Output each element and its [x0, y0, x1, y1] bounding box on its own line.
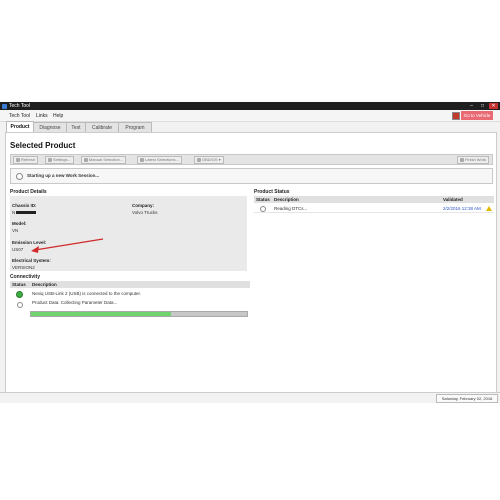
column-description: Description	[274, 197, 299, 202]
connectivity-title: Connectivity	[10, 274, 41, 280]
product-status-table: Status Description Validated Reading DTC…	[254, 196, 494, 226]
manual-selection-label: Manual Selection...	[89, 157, 124, 162]
app-window: Tech Tool – □ ✕ Tech Tool Links Help Go …	[0, 102, 500, 403]
go-to-vehicle-button[interactable]: Go to Vehicle	[461, 111, 493, 120]
menu-links[interactable]: Links	[36, 113, 48, 119]
loading-icon	[16, 173, 23, 180]
flag-icon[interactable]	[452, 112, 460, 120]
progress-bar	[30, 311, 248, 317]
status-date: Saturday, February 02, 2016	[436, 394, 498, 403]
row-validated: 2/2/2016 12:38 AM	[443, 205, 481, 211]
refresh-icon	[16, 157, 20, 162]
refresh-button[interactable]: Refresh	[13, 156, 39, 164]
finish-icon	[460, 157, 464, 162]
progress-fill	[31, 312, 172, 316]
window-controls: – □ ✕	[467, 103, 498, 109]
connected-icon	[16, 291, 23, 298]
finish-work-button[interactable]: Finish Work	[457, 156, 490, 164]
refresh-label: Refresh	[21, 157, 36, 162]
table-header: Status Description Validated	[254, 196, 494, 203]
status-message: Starting up a new Work Session...	[27, 173, 100, 178]
settings-label: Settings...	[53, 157, 71, 162]
connectivity-table: Status Description Nexiq USB-Link 2 (USB…	[10, 281, 250, 321]
obd-icon	[197, 157, 201, 162]
obd-label: OBD/OS	[202, 157, 218, 162]
product-status-title: Product Status	[254, 189, 290, 195]
product-panel: Selected Product Refresh Settings... Man…	[5, 132, 497, 394]
table-header: Status Description	[10, 281, 250, 288]
app-icon	[2, 103, 7, 109]
maximize-icon[interactable]: □	[478, 103, 487, 109]
search-icon	[84, 157, 88, 162]
title-bar: Tech Tool – □ ✕	[0, 102, 500, 110]
window-title: Tech Tool	[9, 103, 31, 109]
minimize-icon[interactable]: –	[467, 103, 476, 109]
connection-row[interactable]: Nexiq USB-Link 2 (USB) is connected to t…	[32, 291, 141, 296]
status-message-box: Starting up a new Work Session...	[10, 168, 493, 184]
product-details-title: Product Details	[10, 189, 47, 195]
page-title: Selected Product	[10, 141, 76, 150]
manual-selection-button[interactable]: Manual Selection...	[81, 156, 127, 164]
column-validated: Validated	[443, 197, 463, 202]
settings-button[interactable]: Settings...	[45, 156, 74, 164]
menu-bar: Tech Tool Links Help	[0, 110, 500, 122]
close-icon[interactable]: ✕	[489, 103, 498, 109]
column-status: Status	[256, 197, 270, 202]
warning-icon	[486, 205, 492, 211]
obd-dropdown[interactable]: OBD/OS ▾	[194, 156, 224, 164]
toolbar: Refresh Settings... Manual Selection... …	[10, 154, 493, 165]
table-row[interactable]: Reading DTCs... 2/2/2016 12:38 AM	[254, 204, 494, 213]
column-status: Status	[12, 282, 26, 287]
product-details-panel: Chassis ID: N Company: Volvo Trucks Mode…	[10, 196, 247, 271]
history-icon	[140, 157, 144, 162]
status-bar: Saturday, February 02, 2016	[0, 392, 500, 403]
pending-icon	[260, 205, 266, 212]
latest-selections-label: Latest Selections...	[145, 157, 179, 162]
row-description: Reading DTCs...	[274, 205, 308, 211]
menu-help[interactable]: Help	[53, 113, 63, 119]
pending-icon	[17, 302, 23, 308]
finish-work-label: Finish Work	[465, 157, 487, 162]
gear-icon	[48, 157, 52, 162]
column-description: Description	[32, 282, 57, 287]
latest-selections-button[interactable]: Latest Selections...	[137, 156, 182, 164]
annotation-arrow	[31, 238, 104, 253]
menu-tech-tool[interactable]: Tech Tool	[9, 113, 30, 119]
product-data-row[interactable]: Product Data: Collecting Parameter Data.…	[32, 300, 117, 305]
